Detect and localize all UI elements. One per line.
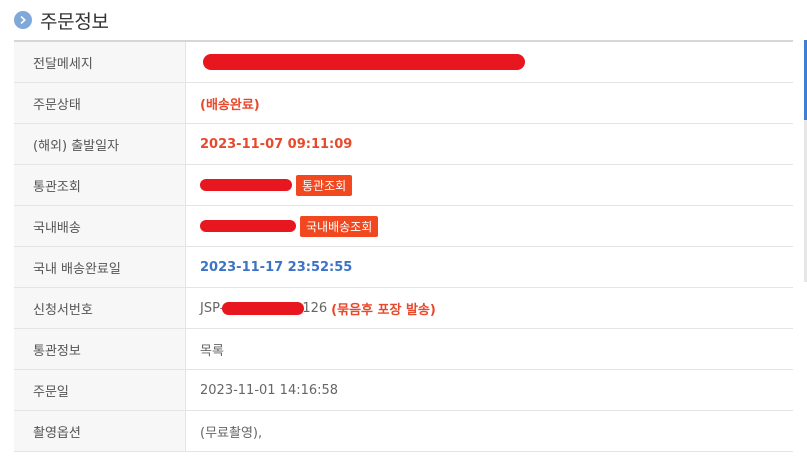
redaction-mark — [200, 220, 296, 232]
row-label-message: 전달메세지 — [14, 42, 186, 82]
table-row: 통관조회 통관조회 — [14, 165, 793, 206]
table-row: 전달메세지 — [14, 42, 793, 83]
redaction-mark — [222, 301, 305, 315]
domestic-tracking-button[interactable]: 국내배송조회 — [300, 215, 379, 237]
table-row: 주문일 2023-11-01 14:16:58 — [14, 370, 793, 411]
application-prefix: JSP- — [200, 300, 225, 316]
table-row: 신청서번호 JSP- 126 (묶음후 포장 발송) — [14, 288, 793, 329]
order-status: (배송완료) — [200, 97, 260, 113]
order-info-table: 전달메세지 주문상태 (배송완료) (해외) 출발일자 2023-11-07 0… — [14, 40, 793, 452]
row-value-message — [186, 42, 793, 82]
table-row: 국내 배송완료일 2023-11-17 23:52:55 — [14, 247, 793, 288]
row-label-application: 신청서번호 — [14, 288, 186, 328]
section-header: 주문정보 — [14, 6, 109, 34]
row-label-delivered: 국내 배송완료일 — [14, 247, 186, 287]
bundle-note: (묶음후 포장 발송) — [331, 302, 436, 318]
table-row: 촬영옵션 (무료촬영), — [14, 411, 793, 452]
application-suffix: 126 — [302, 300, 328, 316]
section-title: 주문정보 — [40, 10, 109, 33]
order-date: 2023-11-01 14:16:58 — [200, 382, 339, 398]
customs-lookup-button[interactable]: 통관조회 — [296, 174, 353, 196]
row-label-order-date: 주문일 — [14, 370, 186, 410]
row-label-domestic: 국내배송 — [14, 206, 186, 246]
departure-date: 2023-11-07 09:11:09 — [200, 136, 353, 152]
chevron-right-icon — [14, 11, 32, 29]
table-row: 주문상태 (배송완료) — [14, 83, 793, 124]
row-label-status: 주문상태 — [14, 83, 186, 123]
customs-info-value: 목록 — [200, 343, 224, 359]
row-label-customs-info: 통관정보 — [14, 329, 186, 369]
redaction-mark — [203, 54, 525, 70]
delivery-complete-date: 2023-11-17 23:52:55 — [200, 259, 353, 275]
table-row: 통관정보 목록 — [14, 329, 793, 370]
row-label-departure: (해외) 출발일자 — [14, 124, 186, 164]
redaction-mark — [200, 179, 292, 191]
table-row: 국내배송 국내배송조회 — [14, 206, 793, 247]
row-label-photo-option: 촬영옵션 — [14, 411, 186, 451]
row-label-customs: 통관조회 — [14, 165, 186, 205]
photo-option-value: (무료촬영), — [200, 425, 263, 441]
table-row: (해외) 출발일자 2023-11-07 09:11:09 — [14, 124, 793, 165]
